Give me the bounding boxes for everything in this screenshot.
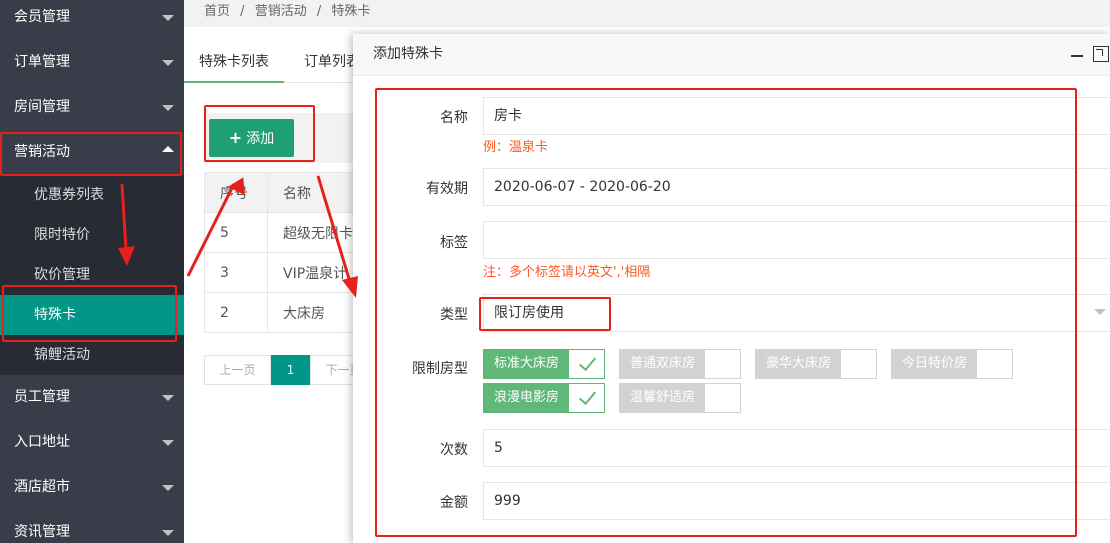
chevron-down-icon bbox=[162, 530, 174, 536]
chevron-down-icon bbox=[1094, 309, 1106, 315]
nav-label: 房间管理 bbox=[14, 99, 70, 115]
tab-special-card-list[interactable]: 特殊卡列表 bbox=[184, 27, 284, 83]
breadcrumb-current: 特殊卡 bbox=[331, 4, 371, 19]
breadcrumb-sep: / bbox=[240, 4, 245, 19]
prev-page-button[interactable]: 上一页 bbox=[204, 355, 271, 385]
annotation-box-marketing bbox=[0, 132, 182, 176]
tab-order-list[interactable]: 订单列表 bbox=[304, 27, 360, 83]
maximize-icon[interactable] bbox=[1093, 46, 1109, 62]
chevron-down-icon bbox=[162, 15, 174, 21]
minimize-icon[interactable] bbox=[1069, 46, 1085, 62]
submenu-flash-sale[interactable]: 限时特价 bbox=[0, 215, 184, 255]
breadcrumb: 首页 / 营销活动 / 特殊卡 bbox=[184, 0, 1110, 27]
breadcrumb-marketing[interactable]: 营销活动 bbox=[255, 4, 307, 19]
chevron-down-icon bbox=[162, 440, 174, 446]
breadcrumb-sep: / bbox=[316, 4, 322, 19]
cell-index: 2 bbox=[204, 292, 268, 333]
dialog-title: 添加特殊卡 bbox=[353, 34, 1110, 76]
nav-label: 员工管理 bbox=[14, 389, 70, 405]
annotation-box-special-card bbox=[2, 285, 177, 342]
nav-item-entry[interactable]: 入口地址 bbox=[0, 420, 184, 465]
nav-label: 订单管理 bbox=[14, 54, 70, 70]
sidebar: 会员管理 订单管理 房间管理 营销活动 优惠券列表 限时特价 砍价管理 特殊卡 … bbox=[0, 0, 184, 543]
nav-item-rooms[interactable]: 房间管理 bbox=[0, 85, 184, 130]
chevron-down-icon bbox=[162, 395, 174, 401]
submenu-coupons[interactable]: 优惠券列表 bbox=[0, 175, 184, 215]
nav-item-market[interactable]: 酒店超市 bbox=[0, 465, 184, 510]
cell-index: 3 bbox=[204, 252, 268, 293]
nav-label: 入口地址 bbox=[14, 434, 70, 450]
col-header-index: 序号 bbox=[204, 172, 268, 213]
chevron-down-icon bbox=[162, 60, 174, 66]
chevron-down-icon bbox=[162, 485, 174, 491]
annotation-box-add-button bbox=[204, 105, 315, 162]
nav-item-members[interactable]: 会员管理 bbox=[0, 0, 184, 40]
nav-label: 会员管理 bbox=[14, 9, 70, 25]
nav-label: 酒店超市 bbox=[14, 479, 70, 495]
nav-item-news[interactable]: 资讯管理 bbox=[0, 510, 184, 543]
nav-label: 资讯管理 bbox=[14, 524, 70, 540]
marketing-submenu: 优惠券列表 限时特价 砍价管理 特殊卡 锦鲤活动 bbox=[0, 175, 184, 375]
page-1-button[interactable]: 1 bbox=[271, 355, 310, 385]
breadcrumb-home[interactable]: 首页 bbox=[204, 4, 230, 19]
nav-item-orders[interactable]: 订单管理 bbox=[0, 40, 184, 85]
nav-item-staff[interactable]: 员工管理 bbox=[0, 375, 184, 420]
annotation-box-type bbox=[479, 297, 611, 331]
cell-index: 5 bbox=[204, 212, 268, 253]
chevron-down-icon bbox=[162, 105, 174, 111]
